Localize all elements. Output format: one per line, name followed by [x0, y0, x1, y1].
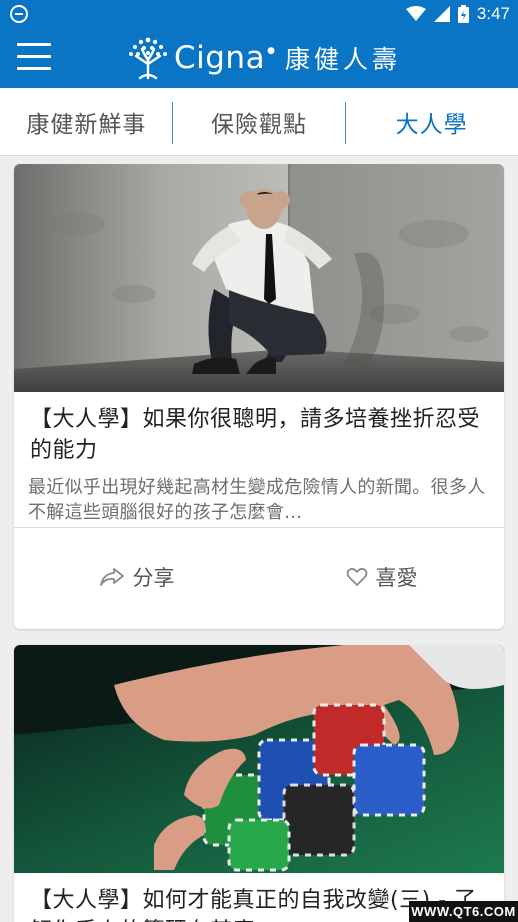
- category-tabs: 康健新鮮事 保險觀點 大人學: [0, 88, 518, 156]
- article-actions: 分享 喜愛: [14, 528, 504, 629]
- tab-divider: [172, 102, 173, 144]
- heart-icon: [346, 567, 367, 586]
- menu-icon-bar: [17, 43, 51, 46]
- tab-news[interactable]: 康健新鮮事: [0, 88, 173, 155]
- battery-icon: [457, 5, 469, 23]
- article-description: 最近似乎出現好幾起高材生變成危險情人的新聞。很多人不解這些頭腦很好的孩子怎麼會.…: [28, 477, 486, 523]
- clock: 3:47: [476, 4, 510, 23]
- stressed-man-image: [14, 164, 504, 392]
- brand-name: Cigna: [174, 40, 266, 76]
- tab-insurance-view[interactable]: 保險觀點: [173, 88, 346, 155]
- tab-adult-learning[interactable]: 大人學: [345, 88, 518, 155]
- menu-button[interactable]: [17, 43, 51, 71]
- like-label: 喜愛: [375, 565, 418, 590]
- article-card[interactable]: 【大人學】如何才能真正的自我改變(三) - 了解你手上的籌碼有甚麼: [14, 645, 504, 922]
- status-bar: 3:47: [0, 0, 518, 28]
- brand-logo: Cigna ● 康健人壽: [124, 32, 401, 84]
- article-image[interactable]: [14, 164, 504, 392]
- share-button[interactable]: 分享: [14, 528, 259, 629]
- wifi-icon: [405, 6, 426, 21]
- share-label: 分享: [132, 565, 175, 590]
- tab-divider: [345, 102, 346, 144]
- app-bar: Cigna ● 康健人壽: [0, 28, 518, 88]
- signal-icon: [433, 6, 450, 22]
- brand-dot: ●: [267, 46, 275, 56]
- poker-chips-image: [14, 645, 504, 873]
- watermark: WWW.QT6.COM: [409, 901, 518, 922]
- tree-logo-icon: [129, 37, 167, 80]
- menu-icon-bar: [17, 55, 51, 58]
- article-image[interactable]: [14, 645, 504, 873]
- article-title[interactable]: 【大人學】如果你很聰明，請多培養挫折忍受的能力: [14, 392, 504, 466]
- like-button[interactable]: 喜愛: [259, 528, 504, 629]
- share-icon: [99, 567, 124, 586]
- brand-chinese-name: 康健人壽: [284, 45, 401, 74]
- notification-icon: [10, 5, 28, 23]
- article-card[interactable]: 【大人學】如果你很聰明，請多培養挫折忍受的能力 最近似乎出現好幾起高材生變成危險…: [14, 164, 504, 629]
- menu-icon-bar: [17, 67, 51, 70]
